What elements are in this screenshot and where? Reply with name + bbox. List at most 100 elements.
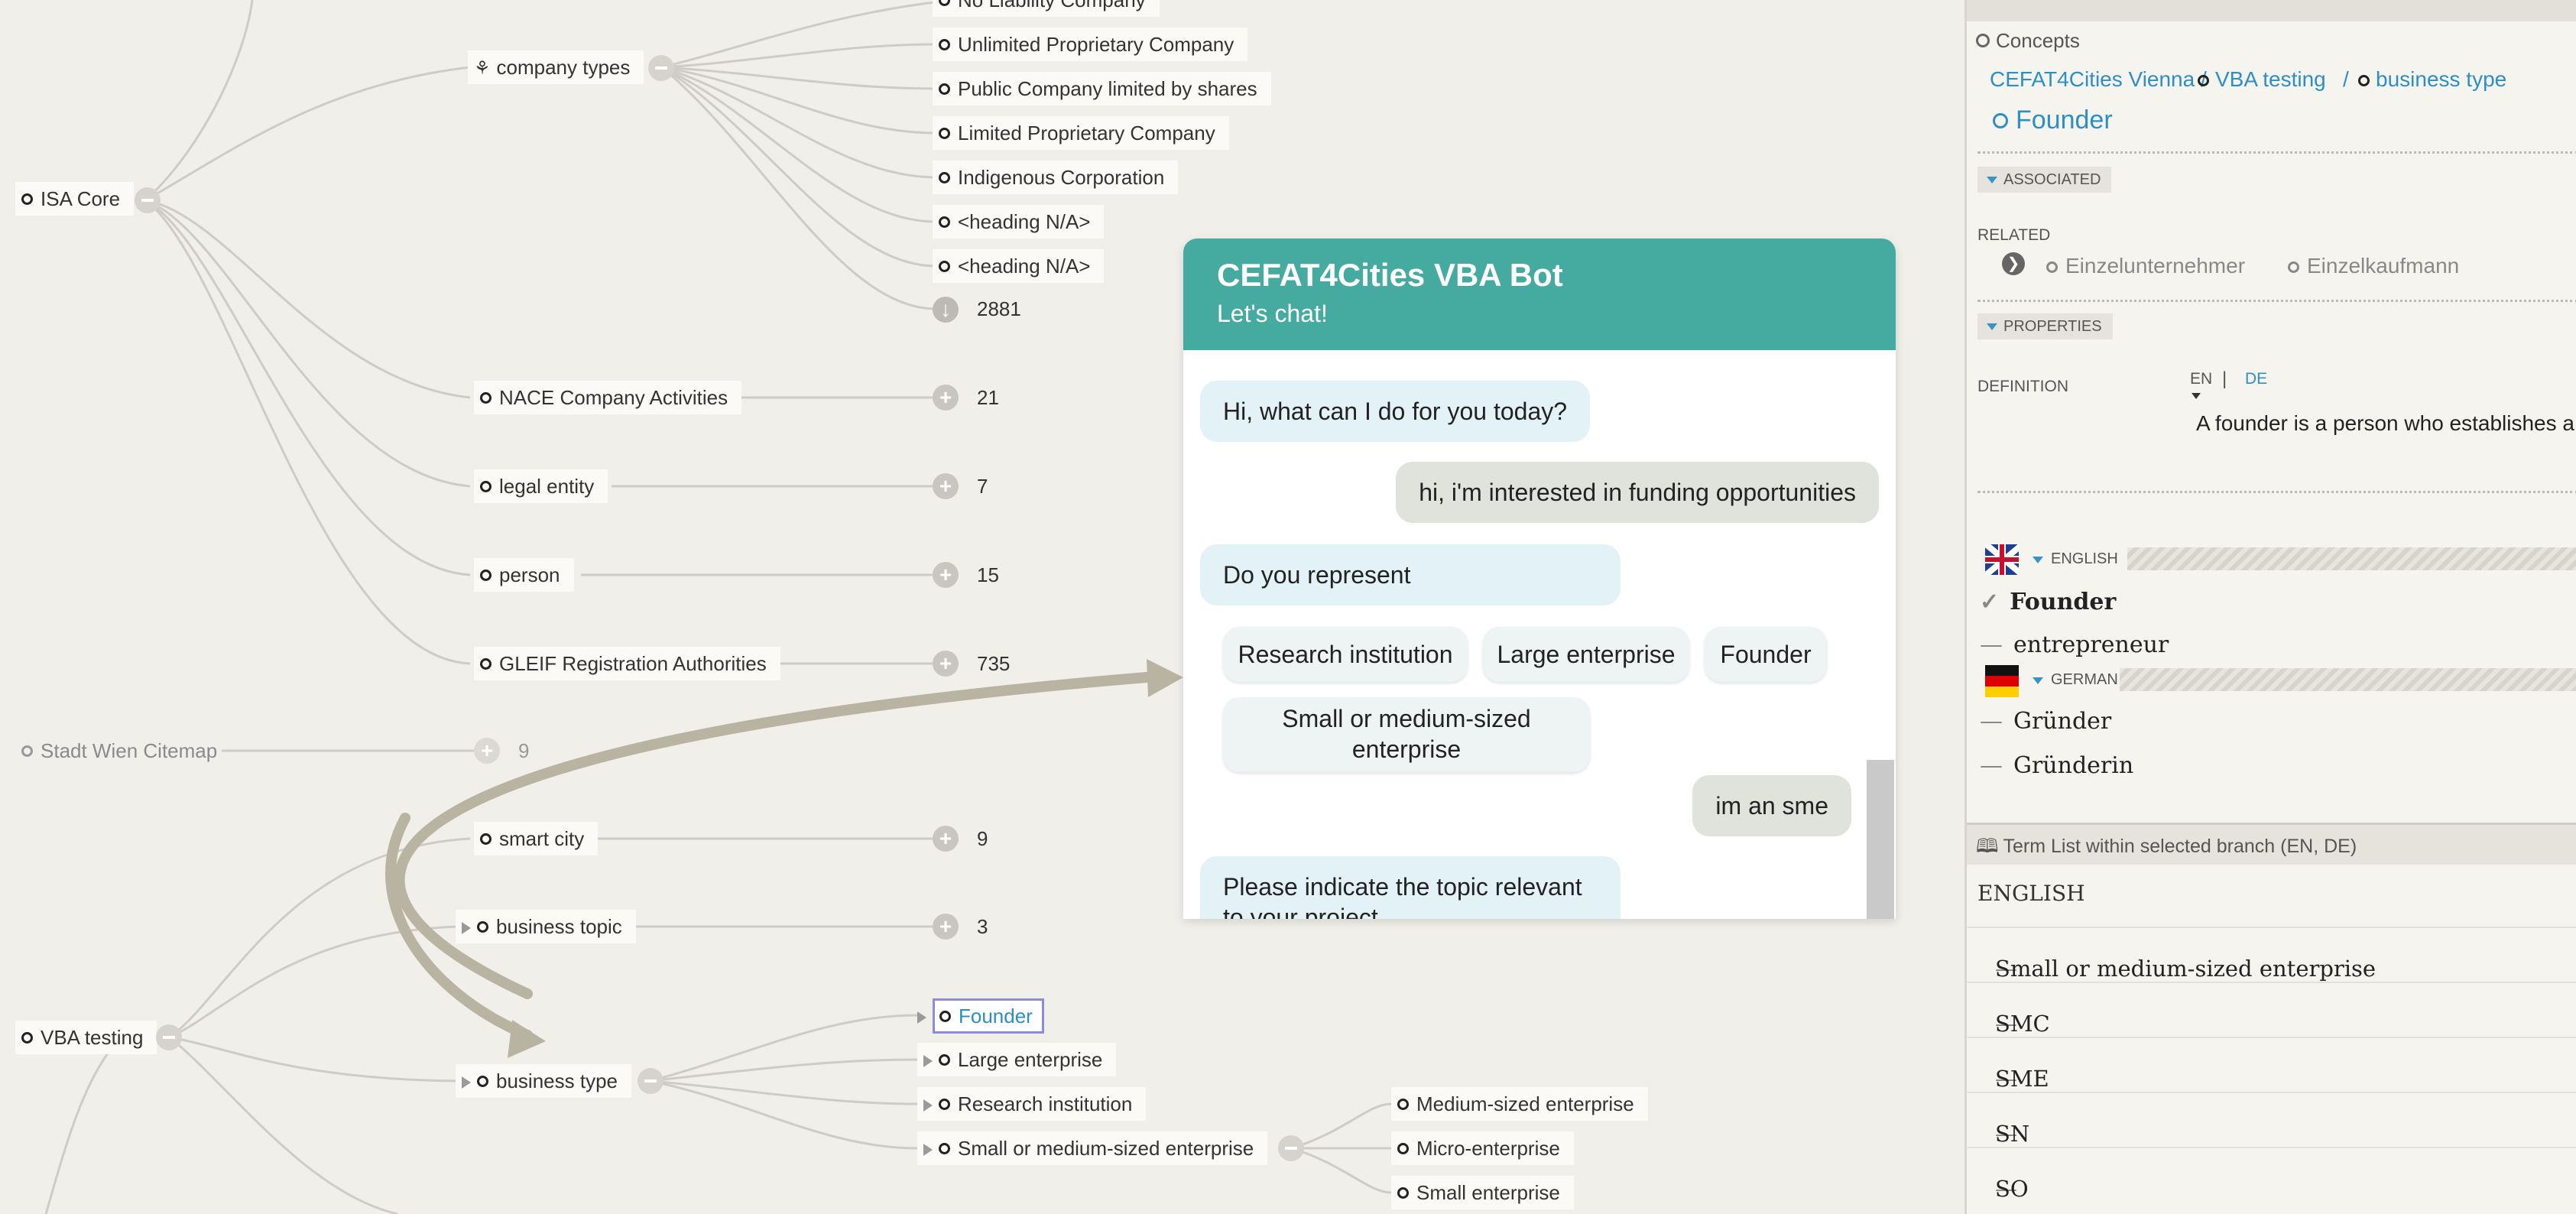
- node-dot-icon: [477, 1075, 488, 1087]
- tree-node-business-topic[interactable]: business topic: [456, 910, 636, 943]
- tree-node-business-type-item[interactable]: Research institution: [917, 1087, 1147, 1121]
- german-flag-icon: [1985, 665, 2019, 697]
- expand-arrow-icon: [923, 1144, 933, 1157]
- check-icon: ✓: [1980, 589, 2000, 615]
- related-label: RELATED: [1977, 226, 2051, 244]
- tree-node-isa-core[interactable]: ISA Core: [15, 182, 135, 216]
- tree-node-company-type[interactable]: Unlimited Proprietary Company: [933, 28, 1248, 61]
- expand-arrow-icon: [917, 1011, 926, 1024]
- expand-business-topic-icon[interactable]: +: [933, 914, 959, 940]
- node-dot-icon: [2046, 261, 2058, 273]
- selected-node-founder[interactable]: Founder: [933, 998, 1044, 1034]
- term-list-language: ENGLISH: [1977, 881, 2085, 906]
- option-research-institution[interactable]: Research institution: [1223, 627, 1468, 682]
- tree-node-business-type-item[interactable]: Small or medium-sized enterprise: [917, 1131, 1268, 1165]
- tree-node-sme-child[interactable]: Medium-sized enterprise: [1391, 1087, 1648, 1121]
- term-list-row[interactable]: — SME: [1968, 1037, 2576, 1093]
- related-arrow-icon[interactable]: ❯: [2002, 252, 2025, 275]
- german-term[interactable]: — Gründer: [1980, 708, 2111, 735]
- chat-scrollbar[interactable]: [1867, 760, 1894, 919]
- option-sme[interactable]: Small or medium-sized enterprise: [1223, 697, 1590, 772]
- term-list-row[interactable]: — SN: [1968, 1092, 2576, 1148]
- tree-node-nace[interactable]: NACE Company Activities: [474, 381, 742, 414]
- german-dropdown-icon[interactable]: [2033, 677, 2043, 684]
- tree-node-gleif[interactable]: GLEIF Registration Authorities: [474, 647, 780, 680]
- expand-nace-icon[interactable]: +: [933, 385, 959, 411]
- associated-section-toggle[interactable]: ASSOCIATED: [1977, 167, 2112, 193]
- node-dot-icon: [939, 1098, 950, 1110]
- expand-arrow-icon: [923, 1055, 933, 1068]
- expand-person-icon[interactable]: +: [933, 562, 959, 588]
- more-count: 2881: [977, 297, 1021, 320]
- divider: [1977, 151, 2576, 154]
- collapse-sme-button[interactable]: [1278, 1135, 1304, 1161]
- term-list-row[interactable]: — SO: [1968, 1147, 2576, 1203]
- tree-node-business-type-item[interactable]: Founder: [917, 998, 1058, 1034]
- chat-subtitle: Let's chat!: [1217, 300, 1328, 327]
- node-dot-icon: [939, 1142, 950, 1154]
- collapse-vba-testing-button[interactable]: [156, 1024, 182, 1050]
- lang-de[interactable]: DE: [2245, 370, 2267, 388]
- tree-node-vba-testing[interactable]: VBA testing: [15, 1021, 157, 1054]
- breadcrumb-vba-testing[interactable]: VBA testing: [2198, 67, 2326, 92]
- tree-node-sme-child[interactable]: Small enterprise: [1391, 1176, 1574, 1209]
- collapse-isa-core-button[interactable]: [135, 187, 161, 213]
- node-dot-icon: [477, 920, 488, 933]
- tree-node-company-type[interactable]: <heading N/A>: [933, 249, 1105, 283]
- lang-en[interactable]: EN: [2190, 370, 2212, 388]
- concept-title: Founder: [1993, 105, 2113, 135]
- person-count: 15: [977, 563, 999, 586]
- tree-node-company-type[interactable]: Indigenous Corporation: [933, 161, 1179, 194]
- expand-legal-entity-icon[interactable]: +: [933, 473, 959, 499]
- tree-node-top-partial[interactable]: No Liability Company: [933, 0, 1160, 17]
- expand-smart-city-icon[interactable]: +: [933, 826, 959, 852]
- node-dot-icon: [2358, 75, 2370, 86]
- tree-node-business-type-item[interactable]: Large enterprise: [917, 1043, 1117, 1076]
- expand-stadt-wien-icon[interactable]: +: [474, 738, 500, 764]
- gleif-count: 735: [977, 652, 1011, 675]
- related-term[interactable]: Einzelkaufmann: [2288, 254, 2459, 278]
- option-founder[interactable]: Founder: [1705, 627, 1827, 682]
- tree-node-business-type[interactable]: business type: [456, 1064, 631, 1098]
- term-list-row[interactable]: — SMC: [1968, 982, 2576, 1038]
- breadcrumb-business-type[interactable]: business type: [2358, 67, 2506, 92]
- divider: [1977, 300, 2576, 302]
- business-topic-count: 3: [977, 915, 988, 938]
- collapse-business-type-button[interactable]: [638, 1068, 663, 1094]
- concepts-header: Concepts: [1976, 29, 2080, 53]
- term-list-row[interactable]: — Small or medium-sized enterprise: [1968, 927, 2576, 983]
- expand-more-icon[interactable]: ↓: [933, 297, 959, 323]
- english-section-label: ENGLISH: [2051, 550, 2118, 567]
- tree-node-person[interactable]: person: [474, 558, 574, 592]
- tree-node-company-type[interactable]: Public Company limited by shares: [933, 72, 1271, 105]
- alt-term[interactable]: — entrepreneur: [1980, 631, 2169, 658]
- preferred-term[interactable]: ✓ Founder: [1980, 589, 2116, 615]
- breadcrumb-root[interactable]: CEFAT4Cities Vienna /: [1990, 67, 2207, 92]
- concept-circle-icon: [1976, 34, 1990, 47]
- expand-arrow-icon: [923, 1099, 933, 1112]
- english-dropdown-icon[interactable]: [2033, 557, 2043, 563]
- node-dot-icon: [939, 83, 950, 95]
- tree-node-company-type[interactable]: <heading N/A>: [933, 205, 1105, 239]
- tree-node-legal-entity[interactable]: legal entity: [474, 469, 608, 503]
- tree-node-smart-city[interactable]: smart city: [474, 822, 599, 855]
- related-term[interactable]: Einzelunternehmer: [2046, 254, 2245, 278]
- stadt-wien-count: 9: [518, 739, 530, 762]
- bot-message: Hi, what can I do for you today?: [1200, 381, 1591, 442]
- german-term[interactable]: — Gründerin: [1980, 752, 2133, 779]
- chat-header: CEFAT4Cities VBA Bot Let's chat!: [1183, 239, 1896, 350]
- term-list-title: 🕮 Term List within selected branch (EN, D…: [1976, 836, 2357, 857]
- tree-node-stadt-wien[interactable]: Stadt Wien Citemap: [15, 734, 231, 768]
- node-dot-icon: [939, 260, 950, 272]
- node-dot-icon: [2198, 75, 2209, 86]
- tree-node-sme-child[interactable]: Micro-enterprise: [1391, 1131, 1574, 1165]
- option-large-enterprise[interactable]: Large enterprise: [1483, 627, 1689, 682]
- tree-node-company-types[interactable]: ⚘ company types: [468, 50, 644, 84]
- lang-dropdown-icon[interactable]: [2192, 393, 2201, 399]
- company-types-icon: ⚘: [474, 58, 491, 79]
- properties-section-toggle[interactable]: PROPERTIES: [1977, 313, 2113, 339]
- user-message: im an sme: [1692, 775, 1851, 836]
- tree-node-company-type[interactable]: Limited Proprietary Company: [933, 116, 1229, 150]
- expand-gleif-icon[interactable]: +: [933, 651, 959, 677]
- collapse-company-types-button[interactable]: [648, 55, 674, 81]
